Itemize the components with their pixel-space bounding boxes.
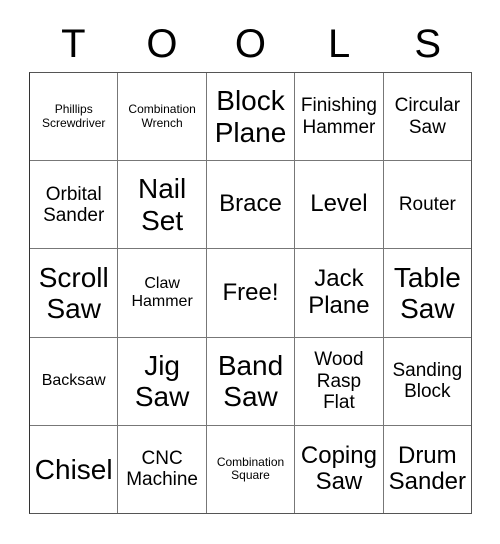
header-letter-2: O — [146, 22, 178, 66]
bingo-cell[interactable]: Jack Plane — [295, 249, 384, 337]
bingo-cell[interactable]: Scroll Saw — [30, 249, 119, 337]
header-letter-4: L — [327, 22, 351, 66]
bingo-cell-label: Orbital Sander — [43, 183, 105, 226]
bingo-cell[interactable]: Orbital Sander — [30, 161, 119, 249]
bingo-cell[interactable]: Combination Wrench — [118, 73, 207, 161]
bingo-cell[interactable]: CNC Machine — [118, 425, 207, 514]
bingo-cell[interactable]: Router — [383, 161, 472, 249]
bingo-cell-label: Circular Saw — [394, 95, 461, 138]
header-letter-5: S — [414, 22, 442, 66]
bingo-cell-label: Drum Sander — [388, 441, 467, 496]
bingo-cell[interactable]: Level — [295, 161, 384, 249]
bingo-cell-label: CNC Machine — [126, 448, 199, 491]
bingo-cell[interactable]: Circular Saw — [383, 73, 472, 161]
bingo-cell[interactable]: Claw Hammer — [118, 249, 207, 337]
bingo-cell-label: Sanding Block — [392, 359, 463, 403]
bingo-cell[interactable]: Drum Sander — [383, 425, 472, 514]
bingo-cell-label: Nail Set — [137, 173, 187, 236]
bingo-cell[interactable]: Table Saw — [383, 249, 472, 337]
bingo-cell-label: Scroll Saw — [38, 261, 109, 324]
bingo-row: Orbital Sander Nail Set Brace Level Rout… — [30, 161, 472, 250]
bingo-row: Chisel CNC Machine Combination Square Co… — [30, 425, 472, 514]
bingo-cell-free-space[interactable]: Free! — [206, 249, 296, 337]
bingo-cell-label: Wood Rasp Flat — [314, 349, 364, 413]
header-letter-1: T — [61, 22, 86, 66]
bingo-cell-label: Backsaw — [41, 372, 106, 390]
bingo-cell-label: Block Plane — [214, 85, 287, 148]
bingo-cell-label: Coping Saw — [300, 441, 377, 496]
bingo-cell-label: Combination Wrench — [128, 102, 196, 130]
bingo-row: Backsaw Jig Saw Band Saw Wood Rasp Flat … — [30, 337, 472, 426]
bingo-cell[interactable]: Combination Square — [206, 425, 296, 514]
bingo-cell-label: Band Saw — [217, 349, 284, 413]
bingo-cell-label: Free! — [222, 278, 279, 306]
bingo-grid: Phillips Screwdriver Combination Wrench … — [29, 72, 472, 514]
bingo-cell-label: Jack Plane — [308, 265, 370, 319]
bingo-cell[interactable]: Jig Saw — [118, 337, 207, 425]
bingo-cell[interactable]: Nail Set — [118, 161, 207, 249]
bingo-cell-label: Table Saw — [393, 261, 461, 324]
bingo-cell[interactable]: Wood Rasp Flat — [295, 337, 384, 425]
bingo-cell-label: Brace — [219, 190, 282, 218]
bingo-cell[interactable]: Coping Saw — [295, 425, 384, 514]
bingo-cell-label: Level — [310, 190, 368, 218]
bingo-cell-label: Chisel — [34, 453, 113, 485]
bingo-cell[interactable]: Brace — [206, 161, 296, 249]
bingo-cell-label: Claw Hammer — [131, 275, 193, 310]
bingo-cell[interactable]: Sanding Block — [383, 337, 472, 425]
bingo-cell-label: Router — [398, 194, 456, 216]
bingo-cell-label: Jig Saw — [134, 349, 190, 413]
bingo-cell[interactable]: Block Plane — [206, 73, 296, 161]
bingo-cell-label: Combination Square — [216, 454, 285, 483]
bingo-row: Phillips Screwdriver Combination Wrench … — [30, 73, 472, 162]
bingo-cell-label: Finishing Hammer — [300, 95, 377, 138]
bingo-row: Scroll Saw Claw Hammer Free! Jack Plane … — [30, 249, 472, 338]
header-letter-3: O — [234, 22, 267, 66]
bingo-cell[interactable]: Phillips Screwdriver — [30, 73, 119, 161]
bingo-card: T O O L S Phillips Screwdriver Combinati… — [0, 0, 500, 544]
bingo-cell[interactable]: Backsaw — [30, 337, 119, 425]
bingo-header: T O O L S — [29, 16, 472, 72]
bingo-cell[interactable]: Finishing Hammer — [295, 73, 384, 161]
bingo-cell[interactable]: Chisel — [30, 425, 119, 514]
bingo-cell-label: Phillips Screwdriver — [42, 102, 106, 130]
bingo-cell[interactable]: Band Saw — [206, 337, 296, 425]
